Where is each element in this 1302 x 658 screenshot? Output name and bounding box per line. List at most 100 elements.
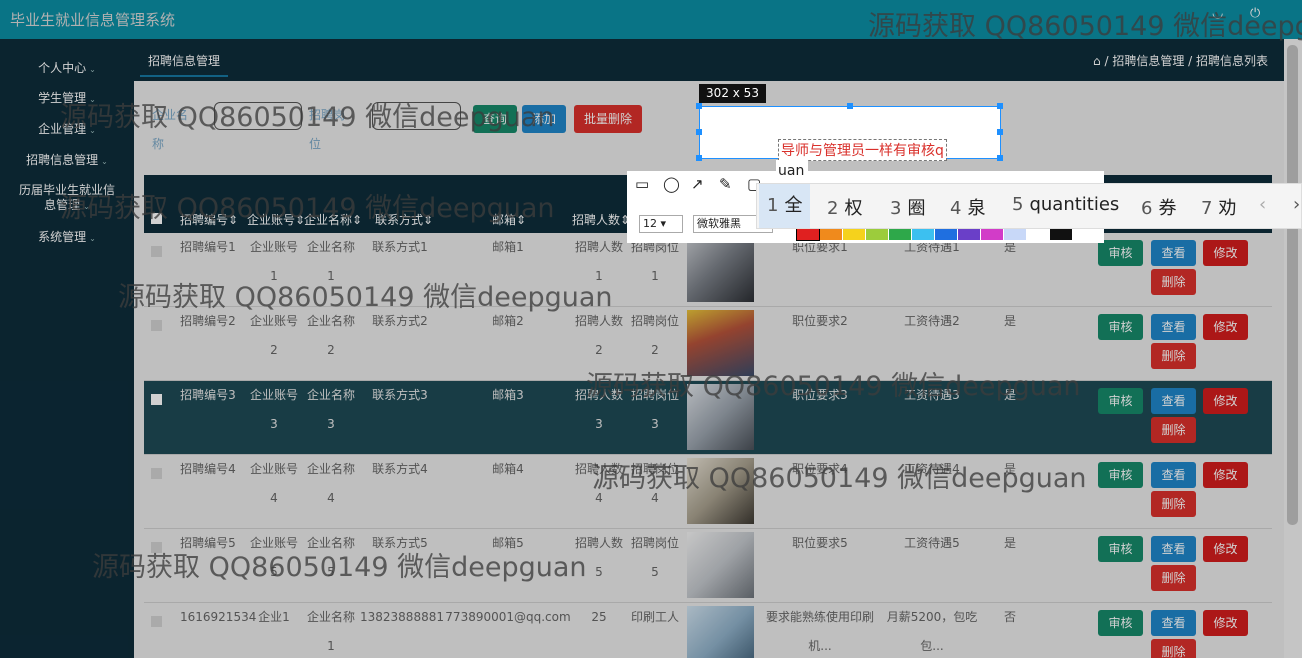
ime-candidate[interactable]: 5 quantities [1012, 194, 1119, 215]
cell-email: 邮箱4 [492, 462, 524, 476]
view-button[interactable]: 查看 [1151, 462, 1196, 488]
add-button[interactable]: 添加 [522, 105, 567, 133]
edit-button[interactable]: 修改 [1203, 240, 1248, 266]
table-row[interactable]: 1616921534 企业1 企业名称 1 13823888881 773890001@… [144, 603, 1272, 658]
row-checkbox[interactable] [151, 394, 162, 405]
color-swatch[interactable] [912, 228, 934, 240]
review-button[interactable]: 审核 [1098, 314, 1143, 340]
review-button[interactable]: 审核 [1098, 536, 1143, 562]
batch-delete-button[interactable]: 批量删除 [574, 105, 643, 133]
review-button[interactable]: 审核 [1098, 388, 1143, 414]
table-row[interactable]: 招聘编号3 企业账号 3 企业名称 3 联系方式3 邮箱3 招聘人数 3 招聘岗位 3 职位要… [144, 381, 1272, 455]
cell-count: 招聘人数 5 [574, 536, 623, 579]
color-swatch[interactable] [866, 228, 888, 240]
color-swatch[interactable] [1027, 228, 1049, 240]
resize-handle[interactable] [847, 103, 853, 109]
delete-button[interactable]: 删除 [1151, 639, 1196, 658]
row-checkbox[interactable] [151, 320, 162, 331]
header-account[interactable]: 企业账号⇕ [247, 211, 305, 228]
scrollbar-thumb[interactable] [1287, 45, 1298, 525]
color-swatch[interactable] [1004, 228, 1026, 240]
sidebar-item-companies[interactable]: 企业管理 ⌄ [0, 122, 134, 138]
ime-candidate[interactable]: 1全 [759, 184, 811, 228]
view-button[interactable]: 查看 [1151, 388, 1196, 414]
table-row[interactable]: 招聘编号4 企业账号 4 企业名称 4 联系方式4 邮箱4 招聘人数 4 招聘岗位 4 职位要… [144, 455, 1272, 529]
color-swatch[interactable] [958, 228, 980, 240]
color-swatch[interactable] [935, 228, 957, 240]
edit-button[interactable]: 修改 [1203, 314, 1248, 340]
delete-button[interactable]: 删除 [1151, 343, 1196, 369]
rectangle-tool-icon[interactable]: ▭ [635, 175, 649, 193]
tab-recruitment[interactable]: 招聘信息管理 [140, 50, 229, 77]
delete-button[interactable]: 删除 [1151, 269, 1196, 295]
arrow-tool-icon[interactable]: ↗ [691, 175, 704, 193]
sidebar-item-recruitment[interactable]: 招聘信息管理 ⌄ [0, 153, 134, 169]
view-button[interactable]: 查看 [1151, 314, 1196, 340]
delete-button[interactable]: 删除 [1151, 417, 1196, 443]
chevron-icon: ⌄ [83, 202, 90, 211]
next-page-icon[interactable]: › [1293, 194, 1300, 215]
table-row[interactable]: 招聘编号5 企业账号 5 企业名称 5 联系方式5 邮箱5 招聘人数 5 招聘岗位 5 职位要… [144, 529, 1272, 603]
prev-page-icon[interactable]: ‹ [1259, 194, 1266, 215]
review-button[interactable]: 审核 [1098, 240, 1143, 266]
color-swatch[interactable] [820, 228, 842, 240]
header-company[interactable]: 企业名称⇕ [304, 211, 362, 228]
annotation-text[interactable]: 导师与管理员一样有审核q [778, 139, 947, 161]
ime-candidate[interactable]: 7劝 [1201, 194, 1236, 220]
home-icon[interactable]: ⌂ [1093, 54, 1101, 68]
color-swatch[interactable] [843, 228, 865, 240]
query-button[interactable]: 查询 [473, 105, 518, 133]
edit-button[interactable]: 修改 [1203, 536, 1248, 562]
delete-button[interactable]: 删除 [1151, 491, 1196, 517]
capture-selection[interactable]: 导师与管理员一样有审核q [696, 103, 1003, 161]
resize-handle[interactable] [696, 155, 702, 161]
company-name-input[interactable] [214, 102, 302, 130]
color-swatch[interactable] [889, 228, 911, 240]
ime-candidate[interactable]: 3圈 [890, 194, 925, 220]
resize-handle[interactable] [997, 103, 1003, 109]
review-button[interactable]: 审核 [1098, 610, 1143, 636]
position-input[interactable] [372, 102, 461, 130]
edit-button[interactable]: 修改 [1203, 388, 1248, 414]
cell-requirement: 要求能熟练使用印刷 机... [765, 610, 874, 653]
sidebar-item-personal-center[interactable]: 个人中心 ⌄ [0, 61, 134, 77]
row-checkbox[interactable] [151, 616, 162, 627]
ime-candidate[interactable]: 6券 [1141, 194, 1176, 220]
pen-tool-icon[interactable]: ✎ [719, 175, 732, 193]
row-checkbox[interactable] [151, 542, 162, 553]
row-checkbox[interactable] [151, 246, 162, 257]
header-id[interactable]: 招聘编号⇕ [180, 211, 238, 228]
color-swatch[interactable] [796, 227, 820, 241]
font-size-select[interactable]: 12 ▾ [639, 215, 683, 233]
view-button[interactable]: 查看 [1151, 610, 1196, 636]
color-swatch[interactable] [981, 228, 1003, 240]
row-checkbox[interactable] [151, 468, 162, 479]
view-button[interactable]: 查看 [1151, 240, 1196, 266]
sidebar-item-system[interactable]: 系统管理 ⌄ [0, 230, 134, 246]
sidebar-item-graduates[interactable]: 历届毕业生就业信 息管理 ⌄ [0, 183, 134, 214]
header-count[interactable]: 招聘人数⇕ [572, 211, 630, 228]
ime-candidate[interactable]: 2权 [827, 194, 862, 220]
table-row[interactable]: 招聘编号1 企业账号 1 企业名称 1 联系方式1 邮箱1 招聘人数 1 招聘岗位 1 职位要… [144, 233, 1272, 307]
color-swatch[interactable] [1050, 228, 1072, 240]
sidebar-item-students[interactable]: 学生管理 ⌄ [0, 91, 134, 107]
user-icon[interactable]: ◡ [1212, 6, 1223, 21]
resize-handle[interactable] [997, 155, 1003, 161]
edit-button[interactable]: 修改 [1203, 462, 1248, 488]
header-email[interactable]: 邮箱⇕ [492, 211, 526, 228]
ime-candidate[interactable]: 4泉 [950, 194, 985, 220]
cell-id: 招聘编号1 [180, 240, 236, 254]
review-button[interactable]: 审核 [1098, 462, 1143, 488]
view-button[interactable]: 查看 [1151, 536, 1196, 562]
delete-button[interactable]: 删除 [1151, 565, 1196, 591]
resize-handle[interactable] [696, 129, 702, 135]
resize-handle[interactable] [997, 129, 1003, 135]
header-contact[interactable]: 联系方式⇕ [375, 211, 433, 228]
table-row[interactable]: 招聘编号2 企业账号 2 企业名称 2 联系方式2 邮箱2 招聘人数 2 招聘岗位 2 职位要… [144, 307, 1272, 381]
resize-handle[interactable] [696, 103, 702, 109]
select-all-checkbox[interactable] [151, 213, 162, 224]
ellipse-tool-icon[interactable]: ◯ [663, 175, 680, 193]
cell-company: 企业名称 3 [306, 388, 355, 431]
logout-icon[interactable]: ⏻ [1250, 6, 1260, 21]
edit-button[interactable]: 修改 [1203, 610, 1248, 636]
